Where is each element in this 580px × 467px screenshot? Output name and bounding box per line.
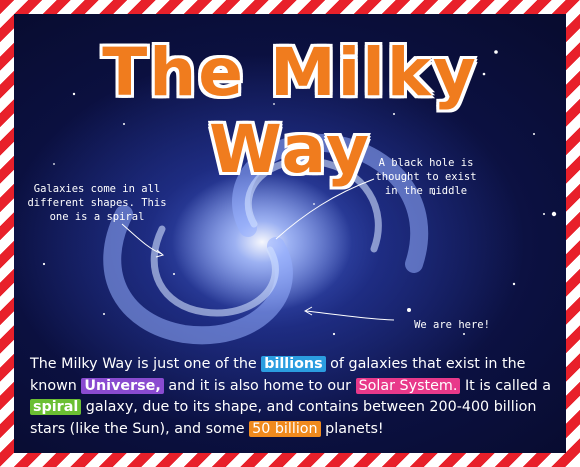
text-segment: It is called a bbox=[460, 377, 552, 394]
text-segment: and it is also home to our bbox=[163, 377, 356, 394]
text-segment: planets! bbox=[320, 420, 384, 437]
highlight-billions: billions bbox=[261, 356, 326, 372]
note-galaxy-shapes: Galaxies come in all different shapes. T… bbox=[27, 183, 167, 223]
note-we-are-here: We are here! bbox=[414, 319, 490, 331]
highlight-universe: Universe, bbox=[81, 377, 164, 394]
description-paragraph: The Milky Way is just one of the billion… bbox=[30, 354, 556, 440]
poster: The Milky Way Galaxies come in all diffe… bbox=[0, 0, 580, 467]
highlight-50-billion: 50 billion bbox=[249, 420, 321, 437]
highlight-solar-system: Solar System. bbox=[355, 377, 461, 394]
galaxy-background: The Milky Way Galaxies come in all diffe… bbox=[14, 14, 566, 453]
note-black-hole: A black hole is thought to exist in the … bbox=[375, 157, 477, 197]
highlight-spiral: spiral bbox=[30, 399, 82, 415]
text-segment: The Milky Way is just one of the bbox=[30, 356, 262, 372]
